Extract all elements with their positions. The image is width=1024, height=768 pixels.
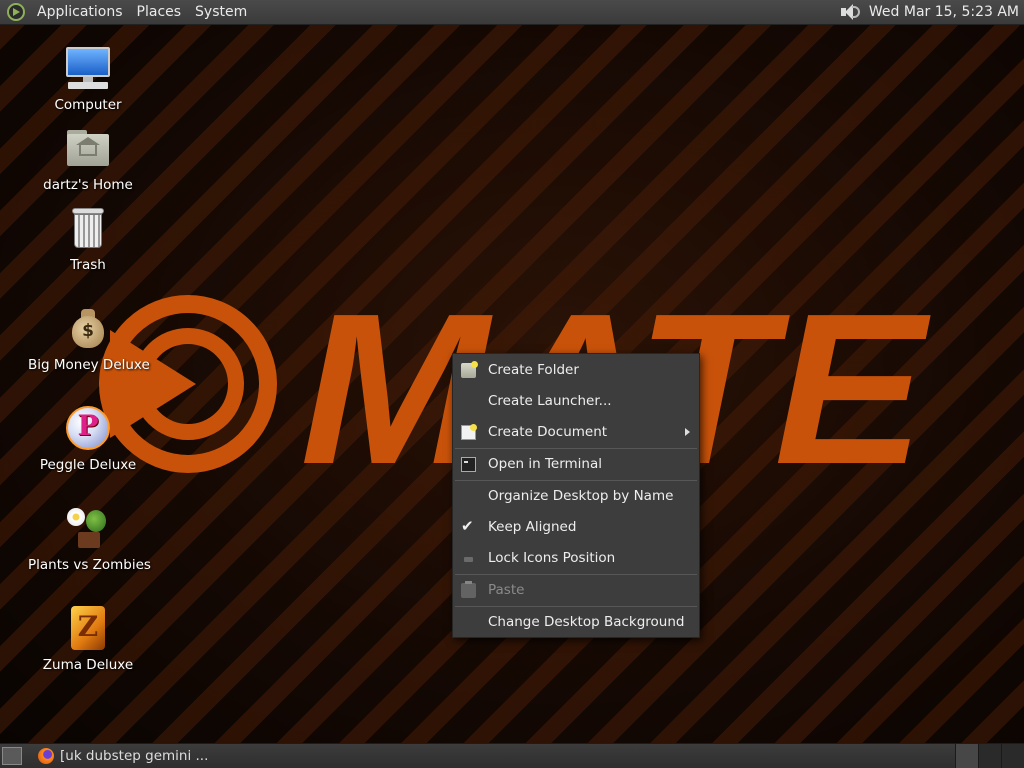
money-bag-icon: $ [64, 304, 112, 352]
menu-item-label: Organize Desktop by Name [488, 488, 674, 504]
trash-icon [64, 204, 112, 252]
menu-item-open-terminal[interactable]: Open in Terminal [453, 449, 699, 480]
check-icon: ✔ [461, 517, 474, 535]
folder-new-icon [461, 361, 478, 378]
menu-item-lock-icons[interactable]: Lock Icons Position [453, 543, 699, 574]
menu-item-create-folder[interactable]: Create Folder [453, 355, 699, 386]
menu-item-label: Create Launcher... [488, 393, 612, 409]
menu-item-label: Create Document [488, 424, 608, 440]
desktop-icon-label: Computer [54, 97, 122, 113]
desktop-icon-computer[interactable]: Computer [28, 44, 148, 113]
desktop-icon-label: Zuma Deluxe [42, 657, 134, 673]
menu-item-paste: Paste [453, 575, 699, 606]
desktop-icon-label: Big Money Deluxe [28, 357, 150, 373]
volume-icon[interactable] [839, 2, 861, 22]
workspace-switcher [955, 744, 1024, 768]
paste-icon [461, 581, 476, 598]
show-desktop-icon[interactable] [2, 747, 22, 765]
desktop-icon-label: dartz's Home [43, 177, 133, 193]
desktop-icon-big-money[interactable]: $ Big Money Deluxe [28, 304, 150, 373]
desktop-icon-home[interactable]: dartz's Home [28, 124, 148, 193]
notification-area: Wed Mar 15, 5:23 AM [839, 2, 1024, 22]
computer-icon [64, 44, 112, 92]
applications-menu[interactable]: Applications [30, 0, 130, 25]
desktop-icon-peggle[interactable]: P Peggle Deluxe [28, 404, 148, 473]
zuma-icon: Z [64, 604, 112, 652]
desktop-icon-zuma[interactable]: Z Zuma Deluxe [28, 604, 148, 673]
desktop-icon-plants-vs-zombies[interactable]: Plants vs Zombies [28, 504, 151, 573]
desktop-icon-label: Trash [70, 257, 106, 273]
submenu-arrow-icon [685, 428, 690, 436]
places-menu[interactable]: Places [130, 0, 189, 25]
workspace-3[interactable] [1001, 744, 1024, 768]
menu-item-change-background[interactable]: Change Desktop Background [453, 607, 699, 638]
terminal-icon [461, 457, 476, 472]
menu-item-label: Keep Aligned [488, 519, 577, 535]
peggle-icon: P [64, 404, 112, 452]
menu-item-label: Lock Icons Position [488, 550, 616, 566]
top-panel: Applications Places System Wed Mar 15, 5… [0, 0, 1024, 25]
system-menu[interactable]: System [188, 0, 254, 25]
menu-item-organize-by-name[interactable]: Organize Desktop by Name [453, 481, 699, 512]
bottom-panel: [uk dubstep gemini ... [0, 743, 1024, 768]
menu-item-keep-aligned[interactable]: ✔ Keep Aligned [453, 512, 699, 543]
clock[interactable]: Wed Mar 15, 5:23 AM [869, 4, 1024, 20]
mate-menu-icon[interactable] [7, 3, 25, 21]
desktop-icon-trash[interactable]: Trash [28, 204, 148, 273]
home-folder-icon [64, 124, 112, 172]
firefox-icon[interactable] [38, 748, 54, 764]
menu-item-create-document[interactable]: Create Document [453, 417, 699, 448]
document-new-icon [461, 424, 477, 440]
desktop-context-menu: Create Folder Create Launcher... Create … [452, 353, 700, 638]
menu-item-label: Change Desktop Background [488, 614, 685, 630]
workspace-2[interactable] [978, 744, 1001, 768]
menu-item-label: Create Folder [488, 362, 579, 378]
desktop-icon-label: Plants vs Zombies [28, 557, 151, 573]
lock-icon [464, 557, 473, 562]
plants-icon [64, 504, 112, 552]
workspace-1[interactable] [955, 744, 978, 768]
taskbar-window-button[interactable]: [uk dubstep gemini ... [60, 745, 216, 767]
desktop-icon-label: Peggle Deluxe [39, 457, 137, 473]
menu-item-label: Paste [488, 582, 525, 598]
menu-item-create-launcher[interactable]: Create Launcher... [453, 386, 699, 417]
menu-item-label: Open in Terminal [488, 456, 602, 472]
